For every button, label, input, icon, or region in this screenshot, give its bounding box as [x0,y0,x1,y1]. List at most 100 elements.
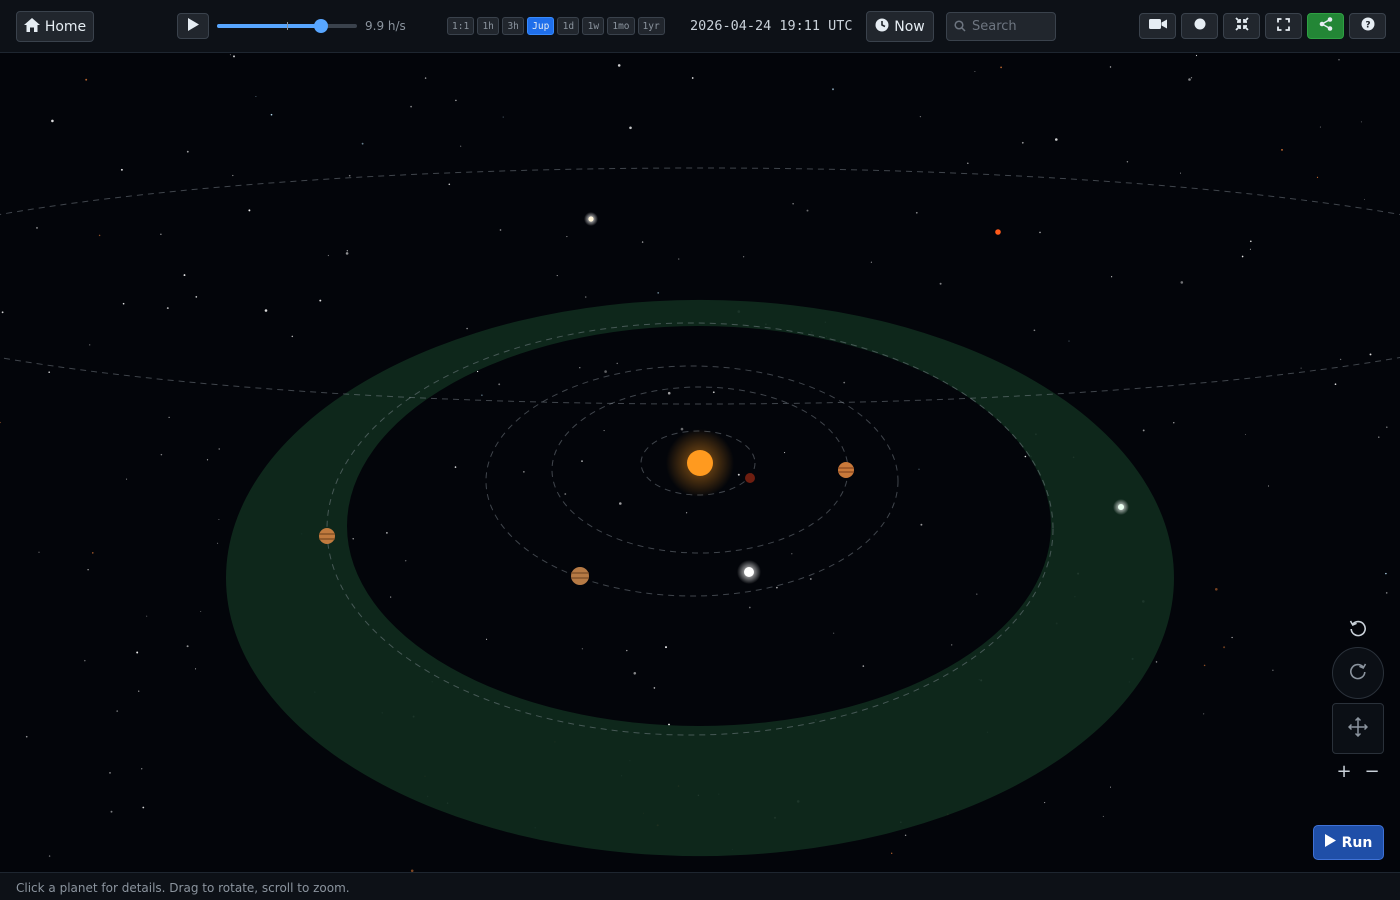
outer-planet[interactable] [995,229,1001,235]
home-button[interactable]: Home [16,11,94,42]
solar-system-viewport[interactable] [0,54,1400,872]
star [579,367,581,369]
simulation-datetime: 2026-04-24 19:11 UTC [690,18,853,34]
star [110,810,113,813]
star [183,274,186,277]
star [1180,281,1184,284]
star [809,578,812,580]
star [270,113,273,116]
planet[interactable] [838,462,854,478]
star [680,427,684,431]
compress-icon [1234,17,1249,35]
top-toolbar: Home 9.9 h/s 1:1 1h 3h Jup 1d 1w 1mo 1yr 2026-0… [0,0,1400,53]
star [146,615,148,617]
star [229,54,231,56]
now-button[interactable]: Now [866,11,934,42]
speed-slider-fill [217,24,321,28]
star [1386,426,1388,428]
pan-control[interactable] [1332,703,1384,754]
star [84,659,86,662]
zoom-in-button[interactable]: + [1334,760,1354,782]
play-button[interactable] [177,13,209,39]
planet[interactable] [745,473,755,483]
star [233,55,235,58]
star [1203,713,1205,715]
star [448,183,451,186]
reset-view-button[interactable] [1348,618,1368,638]
star [1385,592,1388,594]
star [136,651,139,654]
star [195,668,197,670]
preset-1mo-button[interactable]: 1mo [607,17,635,35]
star [410,105,412,108]
star [25,735,28,738]
star [1126,161,1129,163]
star [352,538,354,540]
camera-button[interactable] [1139,13,1176,39]
star [1024,455,1027,458]
star [1338,58,1340,61]
star [1363,198,1366,200]
compress-button[interactable] [1223,13,1260,39]
star [581,648,584,650]
planet[interactable] [319,528,335,544]
star [499,229,502,231]
star [85,78,88,81]
star [92,552,94,554]
planet[interactable] [571,567,589,585]
bright-planet[interactable] [744,567,754,577]
speed-label: 9.9 h/s [365,19,406,33]
star [1231,636,1233,639]
star [1360,121,1362,123]
preset-1d-button[interactable]: 1d [557,17,580,35]
preset-jup-button[interactable]: Jup [527,17,555,35]
speed-slider-handle[interactable] [313,19,328,33]
star [1055,138,1058,141]
record-button[interactable] [1181,13,1218,39]
star [1244,433,1247,436]
star [218,448,220,450]
star [604,370,607,373]
star [404,559,407,562]
star [918,468,920,470]
star [776,586,778,589]
preset-11-button[interactable]: 1:1 [447,17,475,35]
star [792,203,794,205]
preset-1yr-button[interactable]: 1yr [637,17,665,35]
rotate-icon [1348,661,1368,685]
zoom-out-button[interactable]: − [1362,760,1382,782]
star [974,70,976,73]
play-icon [1324,834,1336,851]
fullscreen-button[interactable] [1265,13,1302,39]
star [665,646,667,649]
sun[interactable] [687,450,713,476]
share-icon [1319,17,1333,35]
speed-slider[interactable] [217,19,357,33]
search-input[interactable] [972,19,1052,34]
bright-star [588,216,594,222]
star [186,150,189,153]
rotate-control[interactable] [1332,647,1384,699]
share-button[interactable] [1307,13,1344,39]
home-label: Home [44,18,87,35]
star [361,142,364,145]
star [498,383,501,386]
star [232,174,234,177]
preset-1h-button[interactable]: 1h [477,17,500,35]
star [641,241,644,243]
run-label: Run [1341,834,1373,851]
star [1021,141,1024,144]
star [919,115,922,118]
star [486,638,488,640]
star [748,606,751,609]
run-button[interactable]: Run [1313,825,1384,860]
preset-3h-button[interactable]: 3h [502,17,525,35]
move-icon [1347,716,1369,741]
star [657,292,660,294]
preset-1w-button[interactable]: 1w [582,17,605,35]
star [891,852,893,854]
star [160,233,162,235]
star [1109,786,1112,788]
help-button[interactable]: ? [1349,13,1386,39]
speed-slider-tick [287,22,288,30]
